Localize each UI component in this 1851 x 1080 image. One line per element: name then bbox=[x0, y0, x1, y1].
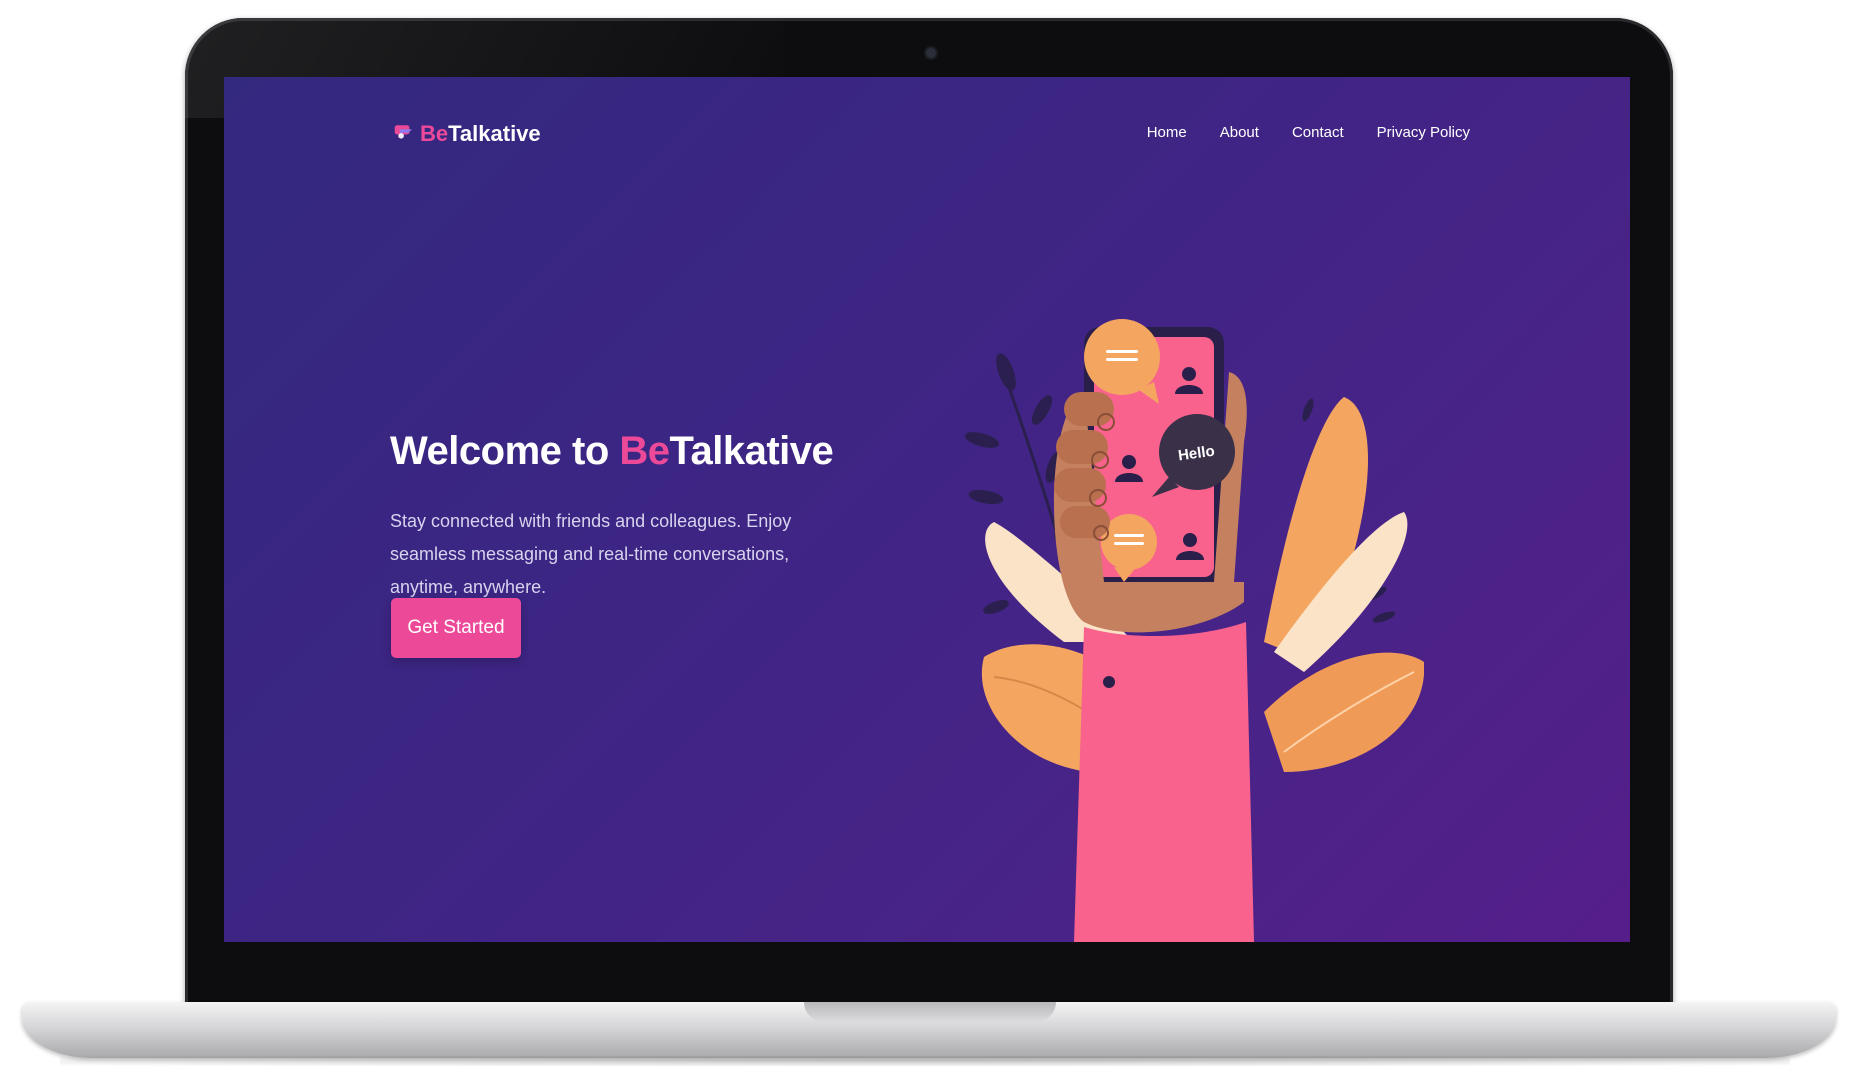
nav-link-about[interactable]: About bbox=[1220, 124, 1259, 141]
hero-title: Welcome to BeTalkative bbox=[390, 429, 834, 474]
hero-description: Stay connected with friends and colleagu… bbox=[390, 511, 792, 597]
sleeve-button bbox=[1103, 676, 1115, 688]
hand-holding-phone-illustration: Hello bbox=[964, 319, 1424, 942]
hero-title-rest: Talkative bbox=[669, 429, 834, 473]
get-started-button[interactable]: Get Started bbox=[391, 598, 521, 658]
navbar: Be Talkative Home About Contact Privacy … bbox=[224, 77, 1630, 187]
leaf-dark-right bbox=[1372, 611, 1396, 623]
sleeve bbox=[1074, 622, 1254, 942]
brand-name-accent: Be bbox=[420, 121, 449, 146]
nav-links: Home About Contact Privacy Policy bbox=[1147, 124, 1470, 141]
nav-link-contact[interactable]: Contact bbox=[1292, 124, 1344, 141]
laptop-base-notch bbox=[804, 1002, 1056, 1022]
nav-link-home[interactable]: Home bbox=[1147, 124, 1187, 141]
laptop-screen: Be Talkative Home About Contact Privacy … bbox=[224, 77, 1630, 942]
leaf-dark-right bbox=[1302, 398, 1314, 422]
brand-name-rest: Talkative bbox=[448, 121, 541, 146]
brand-logo[interactable]: Be Talkative bbox=[392, 121, 541, 147]
laptop-shadow bbox=[60, 1056, 1790, 1066]
hero-title-prefix: Welcome to bbox=[390, 429, 620, 473]
hero-title-accent: Be bbox=[619, 429, 670, 473]
chat-bubble-logo-icon bbox=[394, 125, 413, 139]
nav-link-privacy-policy[interactable]: Privacy Policy bbox=[1377, 124, 1470, 141]
webcam bbox=[926, 48, 936, 58]
